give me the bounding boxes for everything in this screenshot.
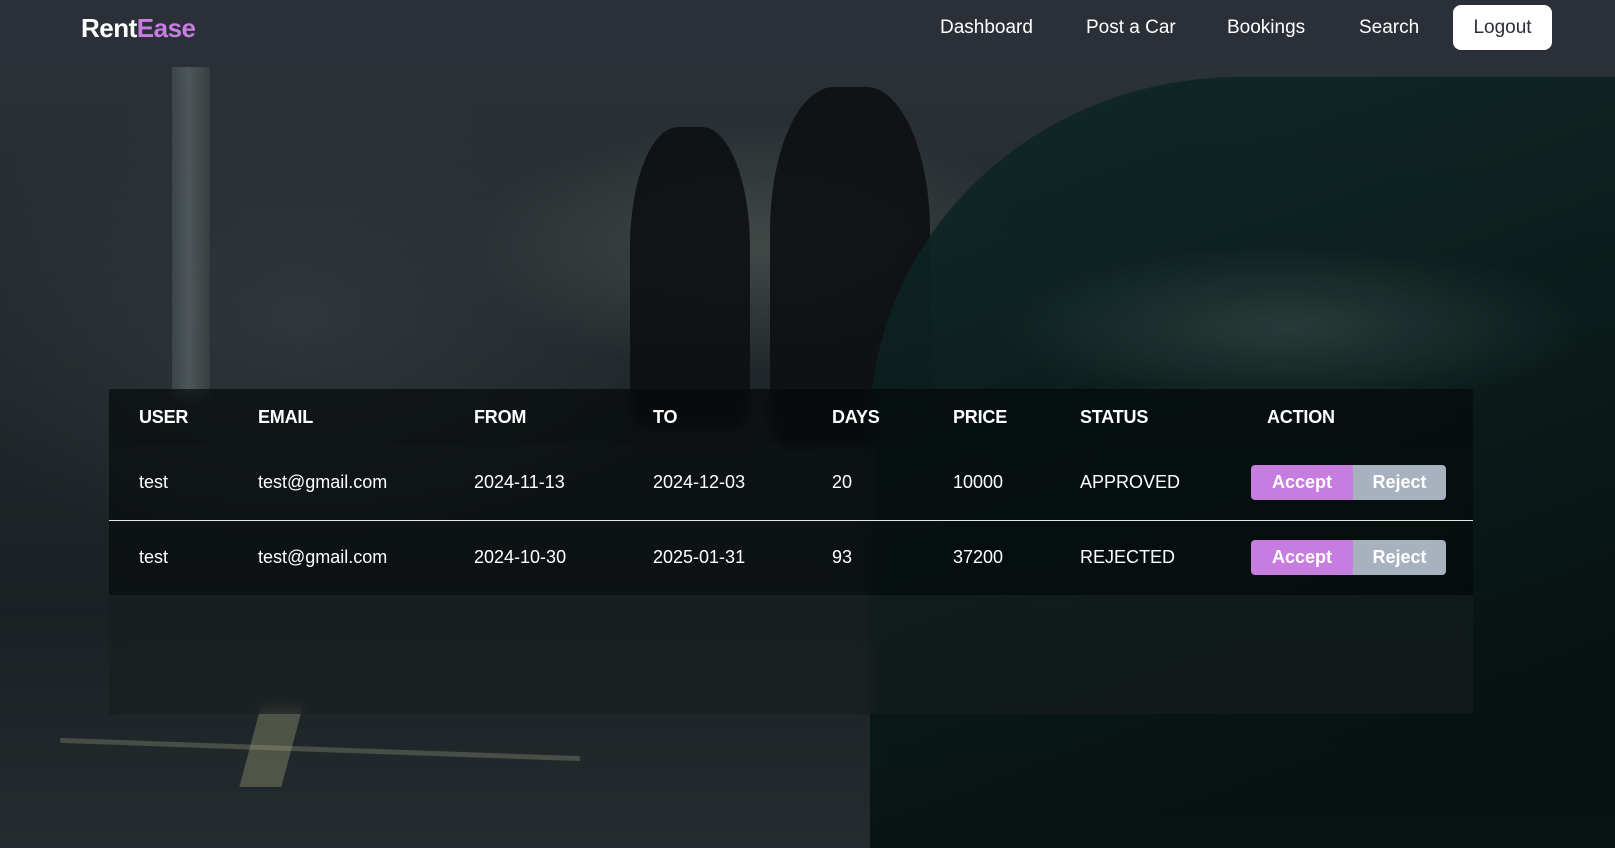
cell-action: Accept Reject <box>1251 520 1473 595</box>
cell-status: REJECTED <box>1080 520 1251 595</box>
nav-post-a-car-link[interactable]: Post a Car <box>1086 16 1176 40</box>
cell-action: Accept Reject <box>1251 445 1473 521</box>
bookings-panel: USER EMAIL FROM TO DAYS PRICE STATUS ACT… <box>109 389 1473 714</box>
header-days: DAYS <box>832 389 953 445</box>
main-nav: Dashboard Post a Car Bookings Search Log… <box>0 0 1615 67</box>
nav-search-link[interactable]: Search <box>1359 16 1419 40</box>
cell-status: APPROVED <box>1080 445 1251 521</box>
cell-days: 20 <box>832 445 953 521</box>
cell-user: test <box>109 445 258 521</box>
table-row: test test@gmail.com 2024-10-30 2025-01-3… <box>109 520 1473 595</box>
top-navbar: RentEase Dashboard Post a Car Bookings S… <box>0 0 1615 67</box>
accept-button[interactable]: Accept <box>1251 464 1353 500</box>
header-to: TO <box>653 389 832 445</box>
header-email: EMAIL <box>258 389 474 445</box>
cell-price: 37200 <box>953 520 1080 595</box>
header-user: USER <box>109 389 258 445</box>
photo-road-line <box>60 737 580 762</box>
cell-email: test@gmail.com <box>258 445 474 521</box>
reject-button[interactable]: Reject <box>1353 464 1446 500</box>
accept-button[interactable]: Accept <box>1251 540 1353 576</box>
reject-button[interactable]: Reject <box>1353 540 1446 576</box>
cell-from: 2024-10-30 <box>474 520 653 595</box>
cell-user: test <box>109 520 258 595</box>
bookings-panel-empty-area <box>109 595 1473 714</box>
header-status: STATUS <box>1080 389 1251 445</box>
action-button-group: Accept Reject <box>1251 464 1446 500</box>
table-header-row: USER EMAIL FROM TO DAYS PRICE STATUS ACT… <box>109 389 1473 445</box>
header-from: FROM <box>474 389 653 445</box>
header-action: ACTION <box>1251 389 1473 445</box>
cell-to: 2025-01-31 <box>653 520 832 595</box>
nav-dashboard-link[interactable]: Dashboard <box>940 16 1033 40</box>
cell-price: 10000 <box>953 445 1080 521</box>
cell-to: 2024-12-03 <box>653 445 832 521</box>
nav-bookings-link[interactable]: Bookings <box>1227 16 1305 40</box>
logout-button[interactable]: Logout <box>1453 5 1552 50</box>
photo-street-post <box>172 67 210 397</box>
bookings-table: USER EMAIL FROM TO DAYS PRICE STATUS ACT… <box>109 389 1473 595</box>
photo-person-left <box>630 127 750 427</box>
cell-email: test@gmail.com <box>258 520 474 595</box>
table-row: test test@gmail.com 2024-11-13 2024-12-0… <box>109 445 1473 521</box>
action-button-group: Accept Reject <box>1251 540 1446 576</box>
cell-from: 2024-11-13 <box>474 445 653 521</box>
cell-days: 93 <box>832 520 953 595</box>
header-price: PRICE <box>953 389 1080 445</box>
